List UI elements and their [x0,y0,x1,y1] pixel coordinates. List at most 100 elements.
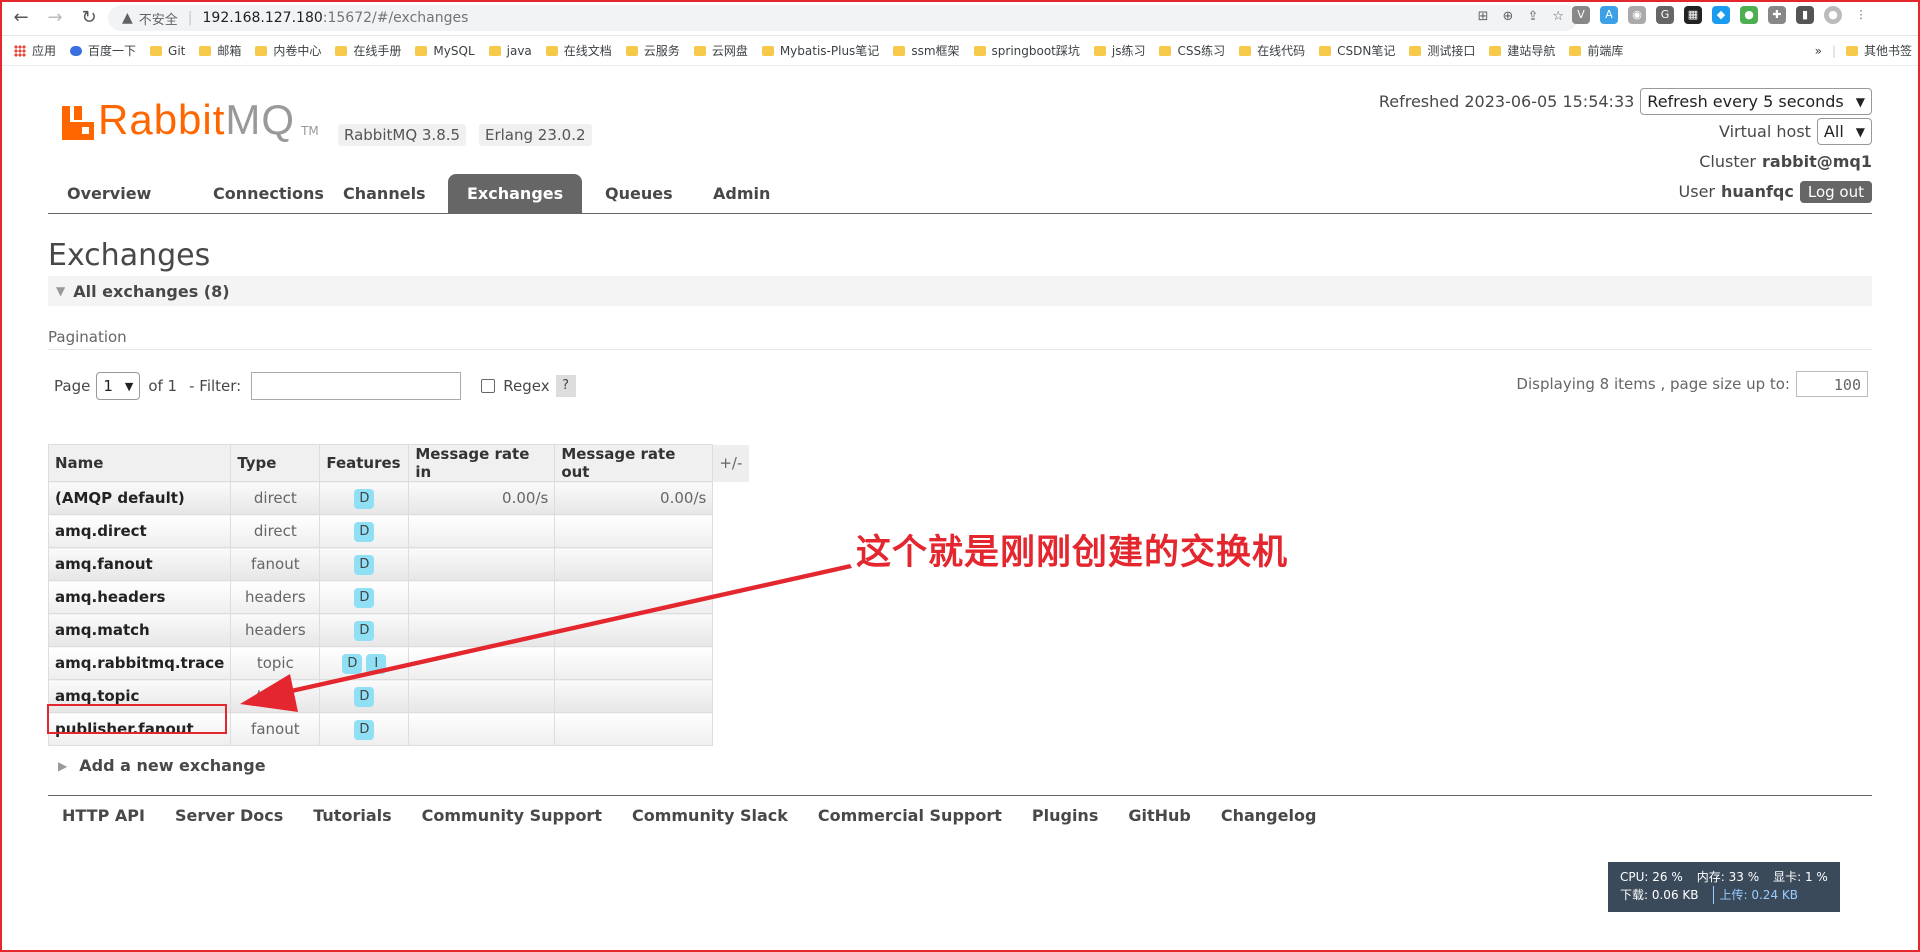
column-header-features: Features [319,444,410,482]
footer-link[interactable]: Commercial Support [818,806,1002,825]
bookmark-item[interactable]: 在线代码 [1239,42,1305,59]
bookmark-item[interactable]: 测试接口 [1409,42,1475,59]
extension-globe-icon[interactable]: ● [1740,6,1758,24]
system-monitor-widget: CPU: 26 % 内存: 33 % 显卡: 1 % 下载: 0.06 KB 上… [1608,862,1840,912]
all-exchanges-toggle[interactable]: ▼ All exchanges (8) [48,276,1872,306]
bookmark-item[interactable]: 云服务 [625,42,680,59]
menu-icon[interactable]: ⋮ [1852,6,1870,24]
extension-diamond-icon[interactable]: ◆ [1712,6,1730,24]
bookmark-apps[interactable]: 应用 [14,42,56,59]
bookmark-item[interactable]: CSS练习 [1159,42,1225,59]
exchange-name-link[interactable]: amq.direct [47,514,232,548]
bookmark-item[interactable]: 内卷中心 [255,42,321,59]
extension-eye-icon[interactable]: ◉ [1628,6,1646,24]
message-rate-in [408,547,556,581]
message-rate-in [408,514,556,548]
bookmark-item[interactable]: ssm框架 [893,42,960,59]
tab-exchanges[interactable]: Exchanges [448,174,583,214]
version-badge: RabbitMQ 3.8.5 [338,124,467,146]
column-header-type[interactable]: Type [230,444,321,482]
star-icon[interactable]: ☆ [1552,9,1564,24]
exchange-type: topic [230,646,321,680]
exchange-name-link[interactable]: (AMQP default) [47,481,232,515]
share-icon[interactable]: ⇪ [1527,9,1538,24]
bookmark-item[interactable]: springboot踩坑 [973,42,1080,59]
page-size-input[interactable]: 100 [1796,371,1868,397]
back-icon[interactable]: ← [8,5,34,31]
displaying-label: Displaying 8 items , page size up to: [1516,375,1790,393]
puzzle-icon[interactable]: ✚ [1768,6,1786,24]
filter-input[interactable] [251,372,462,400]
column-header-rate-out[interactable]: Message rate out [554,444,714,482]
add-exchange-toggle[interactable]: ▶ Add a new exchange [58,756,266,775]
bookmark-item[interactable]: 建站导航 [1489,42,1555,59]
bookmark-item[interactable]: Mybatis-Plus笔记 [761,42,879,59]
translate-icon[interactable]: ⊞ [1478,9,1489,24]
apps-grid-icon [14,44,26,57]
bookmark-item[interactable]: 百度一下 [70,42,136,59]
footer-link[interactable]: Community Slack [632,806,788,825]
footer-link[interactable]: HTTP API [62,806,145,825]
tab-channels[interactable]: Channels [324,174,445,214]
filter-label: - Filter: [189,377,242,395]
bookmarks-bar: 应用 百度一下 Git 邮箱 内卷中心 在线手册 MySQL java 在线文档 云服务 云网盘 M… [0,36,1920,66]
bookmark-item[interactable]: 在线文档 [545,42,612,59]
folder-icon [488,45,501,56]
exchange-name-link[interactable]: amq.match [47,613,232,647]
folder-icon [1093,45,1106,56]
column-header-name[interactable]: Name [47,444,232,482]
exchange-name-link[interactable]: amq.rabbitmq.trace [47,646,232,680]
bookmark-item[interactable]: 邮箱 [199,42,241,59]
bookmark-item[interactable]: 云网盘 [693,42,748,59]
extension-a-icon[interactable]: A [1600,6,1618,24]
zoom-icon[interactable]: ⊕ [1503,9,1514,24]
bookmark-item[interactable]: 前端库 [1569,42,1623,59]
bookmark-item[interactable]: js练习 [1093,42,1145,59]
sidebar-icon[interactable]: ▮ [1796,6,1814,24]
tab-admin[interactable]: Admin [694,174,789,214]
message-rate-in [408,580,556,614]
footer-link[interactable]: GitHub [1128,806,1191,825]
tab-connections[interactable]: Connections [194,174,343,214]
page-select[interactable]: 1 ▼ [96,372,141,400]
footer-link[interactable]: Tutorials [313,806,391,825]
address-separator: | [187,10,193,26]
feature-badge: D [342,653,363,674]
bookmark-item[interactable]: CSDN笔记 [1319,42,1395,59]
footer-link[interactable]: Plugins [1032,806,1098,825]
extension-v-icon[interactable]: V [1572,6,1590,24]
bookmark-other[interactable]: 其他书签 [1845,42,1912,59]
bookmark-item[interactable]: 在线手册 [335,42,401,59]
exchange-name-link[interactable]: amq.headers [47,580,232,614]
footer-link[interactable]: Changelog [1221,806,1317,825]
column-header-rate-in[interactable]: Message rate in [408,444,556,482]
bookmark-item[interactable]: Git [150,42,185,59]
refresh-select[interactable]: Refresh every 5 seconds ▼ [1640,88,1872,115]
extension-grid-icon[interactable]: ▦ [1684,6,1702,24]
profile-icon[interactable]: ● [1824,6,1842,24]
bookmark-item[interactable]: java [488,42,532,59]
forward-icon[interactable]: → [42,5,68,31]
exchange-type: fanout [230,712,321,746]
refreshed-label: Refreshed 2023-06-05 15:54:33 [1378,92,1635,111]
exchange-type: fanout [230,547,321,581]
folder-icon [255,45,268,56]
reload-icon[interactable]: ↻ [76,5,102,31]
footer-link[interactable]: Community Support [422,806,602,825]
regex-checkbox[interactable] [481,379,496,393]
bookmark-item[interactable]: MySQL [415,42,475,59]
vhost-select[interactable]: All ▼ [1816,118,1872,145]
address-bar[interactable]: ▲ 不安全 | 192.168.127.180:15672/#/exchange… [108,5,1578,31]
exchange-name-link[interactable]: amq.fanout [47,547,232,581]
tab-overview[interactable]: Overview [48,174,170,214]
footer-link[interactable]: Server Docs [175,806,283,825]
bookmarks-overflow-icon[interactable]: » [1815,44,1822,58]
extension-g-icon[interactable]: G [1656,6,1674,24]
exchange-features: D [319,481,410,515]
help-button[interactable]: ? [555,375,576,397]
exchange-features: D [319,514,410,548]
folder-icon [693,45,706,56]
tab-queues[interactable]: Queues [586,174,692,214]
columns-toggle-button[interactable]: +/- [712,444,749,482]
feature-badge: D [354,686,375,707]
